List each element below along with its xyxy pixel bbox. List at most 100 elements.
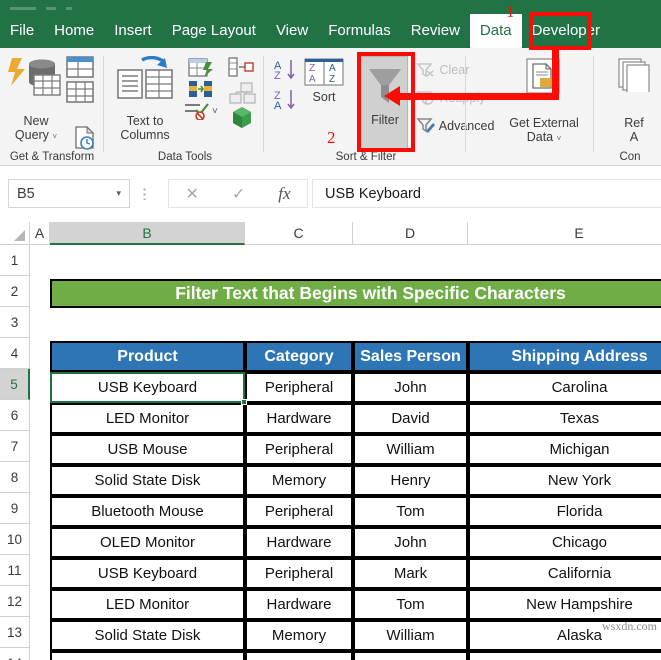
ribbon-tab-page-layout[interactable]: Page Layout <box>162 14 266 48</box>
relationships-icon[interactable] <box>228 82 256 104</box>
table-data-cell[interactable]: Tom <box>353 496 468 527</box>
enter-icon[interactable]: ✓ <box>232 184 245 204</box>
text-to-columns-button[interactable]: Text to Columns <box>106 114 184 142</box>
table-data-cell[interactable]: John <box>353 527 468 558</box>
table-data-cell[interactable]: William <box>353 434 468 465</box>
flash-fill-icon[interactable] <box>188 58 214 78</box>
cancel-icon[interactable]: ✕ <box>185 184 198 204</box>
table-data-cell[interactable]: Tom <box>353 589 468 620</box>
table-data-cell[interactable]: David <box>353 651 468 660</box>
table-data-cell[interactable]: Bluetooth Mouse <box>50 496 245 527</box>
remove-duplicates-icon[interactable] <box>188 80 214 98</box>
table-header-cell[interactable]: Category <box>245 341 353 372</box>
ribbon-tab-file[interactable]: File <box>0 14 44 48</box>
row-header-10[interactable]: 10 <box>0 524 30 555</box>
table-title-cell[interactable]: Filter Text that Begins with Specific Ch… <box>50 279 661 308</box>
table-data-cell[interactable]: Solid State Disk <box>50 465 245 496</box>
row-header-2[interactable]: 2 <box>0 276 30 307</box>
table-data-cell[interactable]: Solid State Disk <box>50 620 245 651</box>
table-data-cell[interactable]: Carolina <box>468 372 661 403</box>
row-header-4[interactable]: 4 <box>0 338 30 369</box>
row-header-5[interactable]: 5 <box>0 369 30 400</box>
table-data-cell[interactable]: William <box>353 620 468 651</box>
refresh-all-button[interactable]: Ref A <box>604 116 661 144</box>
text-to-columns-icon[interactable] <box>116 56 174 104</box>
table-data-cell[interactable]: California <box>468 558 661 589</box>
table-data-cell[interactable]: USB Keyboard <box>50 372 245 403</box>
column-header-A[interactable]: A <box>30 222 50 245</box>
table-data-cell[interactable]: New York <box>468 465 661 496</box>
table-data-cell[interactable]: New Hampshire <box>468 589 661 620</box>
table-data-cell[interactable]: LED Monitor <box>50 403 245 434</box>
table-header-cell[interactable]: Product <box>50 341 245 372</box>
get-external-data-button[interactable]: Get External Data ˅ <box>504 116 584 146</box>
chevron-down-icon[interactable]: ˅ <box>52 132 57 141</box>
table-data-cell[interactable]: Hardware <box>245 589 353 620</box>
row-header-14[interactable]: 14 <box>0 648 30 660</box>
refresh-all-icon[interactable] <box>618 58 652 92</box>
column-header-E[interactable]: E <box>468 222 661 245</box>
table-data-cell[interactable]: USB Mouse <box>50 434 245 465</box>
table-data-cell[interactable]: LED Monitor <box>50 589 245 620</box>
chevron-down-icon[interactable]: ˅ <box>212 106 218 117</box>
table-data-cell[interactable]: Peripheral <box>245 434 353 465</box>
table-data-cell[interactable]: Texas <box>468 651 661 660</box>
consolidate-icon[interactable] <box>228 56 254 80</box>
table-data-cell[interactable]: Peripheral <box>245 651 353 660</box>
formula-input[interactable]: USB Keyboard <box>312 179 661 208</box>
new-query-button[interactable]: New Query ˅ <box>0 114 72 144</box>
table-data-cell[interactable]: Memory <box>245 620 353 651</box>
table-data-cell[interactable]: Texas <box>468 403 661 434</box>
ribbon-tab-review[interactable]: Review <box>401 14 470 48</box>
manage-data-model-icon[interactable] <box>230 106 254 130</box>
table-data-cell[interactable]: Hardware <box>245 403 353 434</box>
table-data-cell[interactable]: Peripheral <box>245 496 353 527</box>
table-data-cell[interactable]: Peripheral <box>245 372 353 403</box>
row-header-8[interactable]: 8 <box>0 462 30 493</box>
recent-sources-icon[interactable] <box>74 126 96 150</box>
row-header-1[interactable]: 1 <box>0 245 30 276</box>
column-header-D[interactable]: D <box>353 222 468 245</box>
name-box[interactable]: B5 ▾ <box>8 179 130 208</box>
table-data-cell[interactable]: John <box>353 372 468 403</box>
select-all-corner[interactable] <box>0 222 30 245</box>
chevron-down-icon[interactable]: ˅ <box>557 134 562 143</box>
ribbon-tab-view[interactable]: View <box>266 14 318 48</box>
table-header-cell[interactable]: Sales Person <box>353 341 468 372</box>
table-data-cell[interactable]: Henry <box>353 465 468 496</box>
table-data-cell[interactable]: Peripheral <box>245 558 353 589</box>
column-header-C[interactable]: C <box>245 222 353 245</box>
table-data-cell[interactable]: Michigan <box>468 434 661 465</box>
table-data-cell[interactable]: Memory <box>245 465 353 496</box>
row-header-7[interactable]: 7 <box>0 431 30 462</box>
table-header-cell[interactable]: Shipping Address <box>468 341 661 372</box>
column-header-B[interactable]: B <box>50 222 245 245</box>
fill-handle[interactable] <box>241 399 247 405</box>
row-header-11[interactable]: 11 <box>0 555 30 586</box>
table-data-cell[interactable]: OLED Monitor <box>50 527 245 558</box>
row-header-12[interactable]: 12 <box>0 586 30 617</box>
table-data-cell[interactable]: Hardware <box>245 527 353 558</box>
ribbon-tab-formulas[interactable]: Formulas <box>318 14 401 48</box>
table-data-cell[interactable]: David <box>353 403 468 434</box>
table-data-cell[interactable]: Mark <box>353 558 468 589</box>
sort-ascending-icon[interactable]: A Z <box>274 58 298 82</box>
sort-dialog-icon[interactable]: Z A A Z <box>304 58 344 86</box>
row-header-6[interactable]: 6 <box>0 400 30 431</box>
ribbon-tab-insert[interactable]: Insert <box>104 14 162 48</box>
quick-access-toolbar[interactable] <box>10 0 130 11</box>
table-data-cell[interactable]: Chicago <box>468 527 661 558</box>
row-header-13[interactable]: 13 <box>0 617 30 648</box>
chevron-down-icon[interactable]: ▾ <box>116 188 121 199</box>
table-data-cell[interactable]: USB Keyboard <box>50 558 245 589</box>
insert-function-icon[interactable]: fx <box>278 184 290 204</box>
formula-bar-grip[interactable] <box>143 187 146 200</box>
row-header-9[interactable]: 9 <box>0 493 30 524</box>
sort-descending-icon[interactable]: Z A <box>274 88 298 112</box>
new-query-icon[interactable] <box>6 56 98 114</box>
sort-button[interactable]: Sort <box>304 90 344 104</box>
data-validation-icon[interactable] <box>184 102 210 120</box>
row-header-3[interactable]: 3 <box>0 307 30 338</box>
ribbon-tab-home[interactable]: Home <box>44 14 104 48</box>
table-data-cell[interactable]: Florida <box>468 496 661 527</box>
